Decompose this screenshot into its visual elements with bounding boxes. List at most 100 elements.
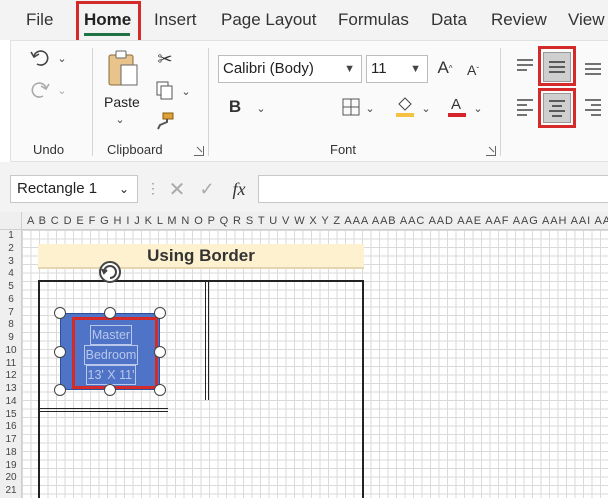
tab-formulas[interactable]: Formulas (338, 0, 409, 40)
row-number[interactable]: 2 (0, 243, 22, 254)
row-number[interactable]: 12 (0, 371, 22, 381)
font-size-select[interactable]: 11 ▼ (366, 55, 428, 83)
active-tab-indicator (84, 33, 130, 36)
redo-icon[interactable] (28, 78, 52, 102)
format-painter-icon[interactable] (154, 110, 176, 132)
border-top (38, 280, 364, 282)
paste-label[interactable]: Paste (104, 94, 140, 110)
copy-icon[interactable] (154, 80, 176, 102)
undo-icon[interactable] (28, 46, 52, 70)
clipboard-group-label: Clipboard (107, 142, 163, 157)
copy-dropdown-icon[interactable]: ⌄ (180, 83, 192, 99)
increase-font-icon[interactable]: A ^ (434, 56, 456, 80)
row-number[interactable]: 6 (0, 294, 22, 305)
resize-handle-left[interactable] (54, 346, 66, 358)
font-color-icon[interactable]: A (446, 94, 468, 118)
row-number[interactable]: 19 (0, 460, 22, 471)
cancel-icon[interactable]: ✕ (166, 178, 188, 201)
tab-view[interactable]: View (568, 0, 605, 40)
shape-label[interactable]: Master Bedroom 13' X 11' (82, 325, 140, 385)
row-number[interactable]: 15 (0, 409, 22, 420)
row-number[interactable]: 14 (0, 396, 22, 407)
border-inner-vertical (205, 282, 206, 400)
row-number[interactable]: 13 (0, 384, 22, 394)
tab-page-layout[interactable]: Page Layout (221, 0, 316, 40)
chevron-down-icon: ⌄ (118, 182, 129, 196)
row-number[interactable]: 7 (0, 307, 22, 318)
align-top-icon[interactable] (512, 54, 538, 80)
tab-data[interactable]: Data (431, 0, 467, 40)
align-left-icon[interactable] (512, 94, 538, 120)
resize-handle-top[interactable] (104, 307, 116, 319)
row-number[interactable]: 3 (0, 256, 22, 267)
tab-review[interactable]: Review (491, 0, 547, 40)
row-number[interactable]: 5 (0, 282, 22, 292)
row-number[interactable]: 18 (0, 447, 22, 458)
formula-input[interactable] (258, 175, 608, 203)
resize-handle-top-right[interactable] (154, 307, 166, 319)
borders-dropdown-icon[interactable]: ⌄ (364, 100, 376, 116)
row-number[interactable]: 17 (0, 435, 22, 445)
border-left (38, 280, 40, 498)
column-headers: A B C D E F G H I J K L M N O P Q R S T … (0, 212, 608, 230)
resize-handle-top-left[interactable] (54, 307, 66, 319)
select-all-corner[interactable] (0, 212, 22, 229)
align-center-icon[interactable] (543, 93, 571, 123)
group-separator (92, 48, 93, 156)
enter-icon[interactable]: ✓ (196, 178, 218, 200)
undo-dropdown-icon[interactable]: ⌄ (56, 50, 68, 66)
row-number[interactable]: 4 (0, 269, 22, 279)
resize-handle-bottom-right[interactable] (154, 384, 166, 396)
row-number[interactable]: 21 (0, 486, 22, 496)
tab-insert[interactable]: Insert (154, 0, 197, 40)
row-number[interactable]: 16 (0, 422, 22, 432)
name-box-value: Rectangle 1 (17, 180, 98, 197)
undo-group-label: Undo (33, 142, 65, 157)
row-number[interactable]: 8 (0, 320, 22, 330)
group-separator (208, 48, 209, 156)
chevron-down-icon: ▼ (344, 63, 355, 75)
font-size-value: 11 (371, 60, 387, 77)
title-cell[interactable]: Using Border (38, 244, 364, 269)
fill-color-icon[interactable] (394, 94, 416, 118)
paste-dropdown-icon[interactable]: ⌄ (114, 112, 126, 126)
row-headers: 1 2 3 4 5 6 7 8 9 10 11 12 13 14 15 16 17 18 19 20 21 (0, 230, 22, 498)
resize-handle-bottom[interactable] (104, 384, 116, 396)
more-options-icon: ⋮ (146, 180, 160, 196)
rotate-handle-icon[interactable] (96, 258, 124, 286)
svg-text:A: A (451, 96, 461, 113)
fill-dropdown-icon[interactable]: ⌄ (420, 100, 432, 116)
chevron-down-icon: ▼ (410, 63, 421, 75)
group-separator (500, 48, 501, 156)
cut-icon[interactable]: ✂ (154, 48, 176, 70)
resize-handle-bottom-left[interactable] (54, 384, 66, 396)
font-name-value: Calibri (Body) (223, 60, 314, 77)
resize-handle-right[interactable] (154, 346, 166, 358)
border-inner-horizontal (38, 408, 168, 409)
clipboard-launcher-icon[interactable] (194, 146, 204, 156)
insert-function-icon[interactable]: fx (226, 176, 252, 202)
paste-icon[interactable] (104, 48, 142, 90)
shape-label-line3: 13' X 11' (85, 365, 137, 385)
row-number[interactable]: 20 (0, 473, 22, 483)
bold-icon[interactable]: B (226, 95, 244, 119)
font-color-dropdown-icon[interactable]: ⌄ (472, 100, 484, 116)
align-middle-icon[interactable] (543, 52, 571, 82)
border-right (362, 280, 364, 498)
shape-label-line2: Bedroom (83, 345, 139, 365)
font-name-select[interactable]: Calibri (Body) ▼ (218, 55, 362, 83)
column-header-labels[interactable]: A B C D E F G H I J K L M N O P Q R S T … (27, 212, 608, 229)
font-launcher-icon[interactable] (486, 146, 496, 156)
name-box[interactable]: Rectangle 1 ⌄ (10, 175, 138, 203)
borders-icon[interactable] (340, 96, 362, 118)
more-font-icon[interactable]: ⌄ (254, 100, 268, 116)
row-number[interactable]: 10 (0, 345, 22, 356)
row-number[interactable]: 11 (0, 358, 22, 369)
tab-file[interactable]: File (26, 0, 53, 40)
row-number[interactable]: 1 (0, 231, 22, 241)
align-right-icon[interactable] (580, 94, 606, 120)
redo-dropdown-icon[interactable]: ⌄ (56, 82, 68, 98)
row-number[interactable]: 9 (0, 333, 22, 343)
decrease-font-icon[interactable]: Aˇ (462, 58, 484, 82)
align-bottom-icon[interactable] (580, 54, 606, 80)
